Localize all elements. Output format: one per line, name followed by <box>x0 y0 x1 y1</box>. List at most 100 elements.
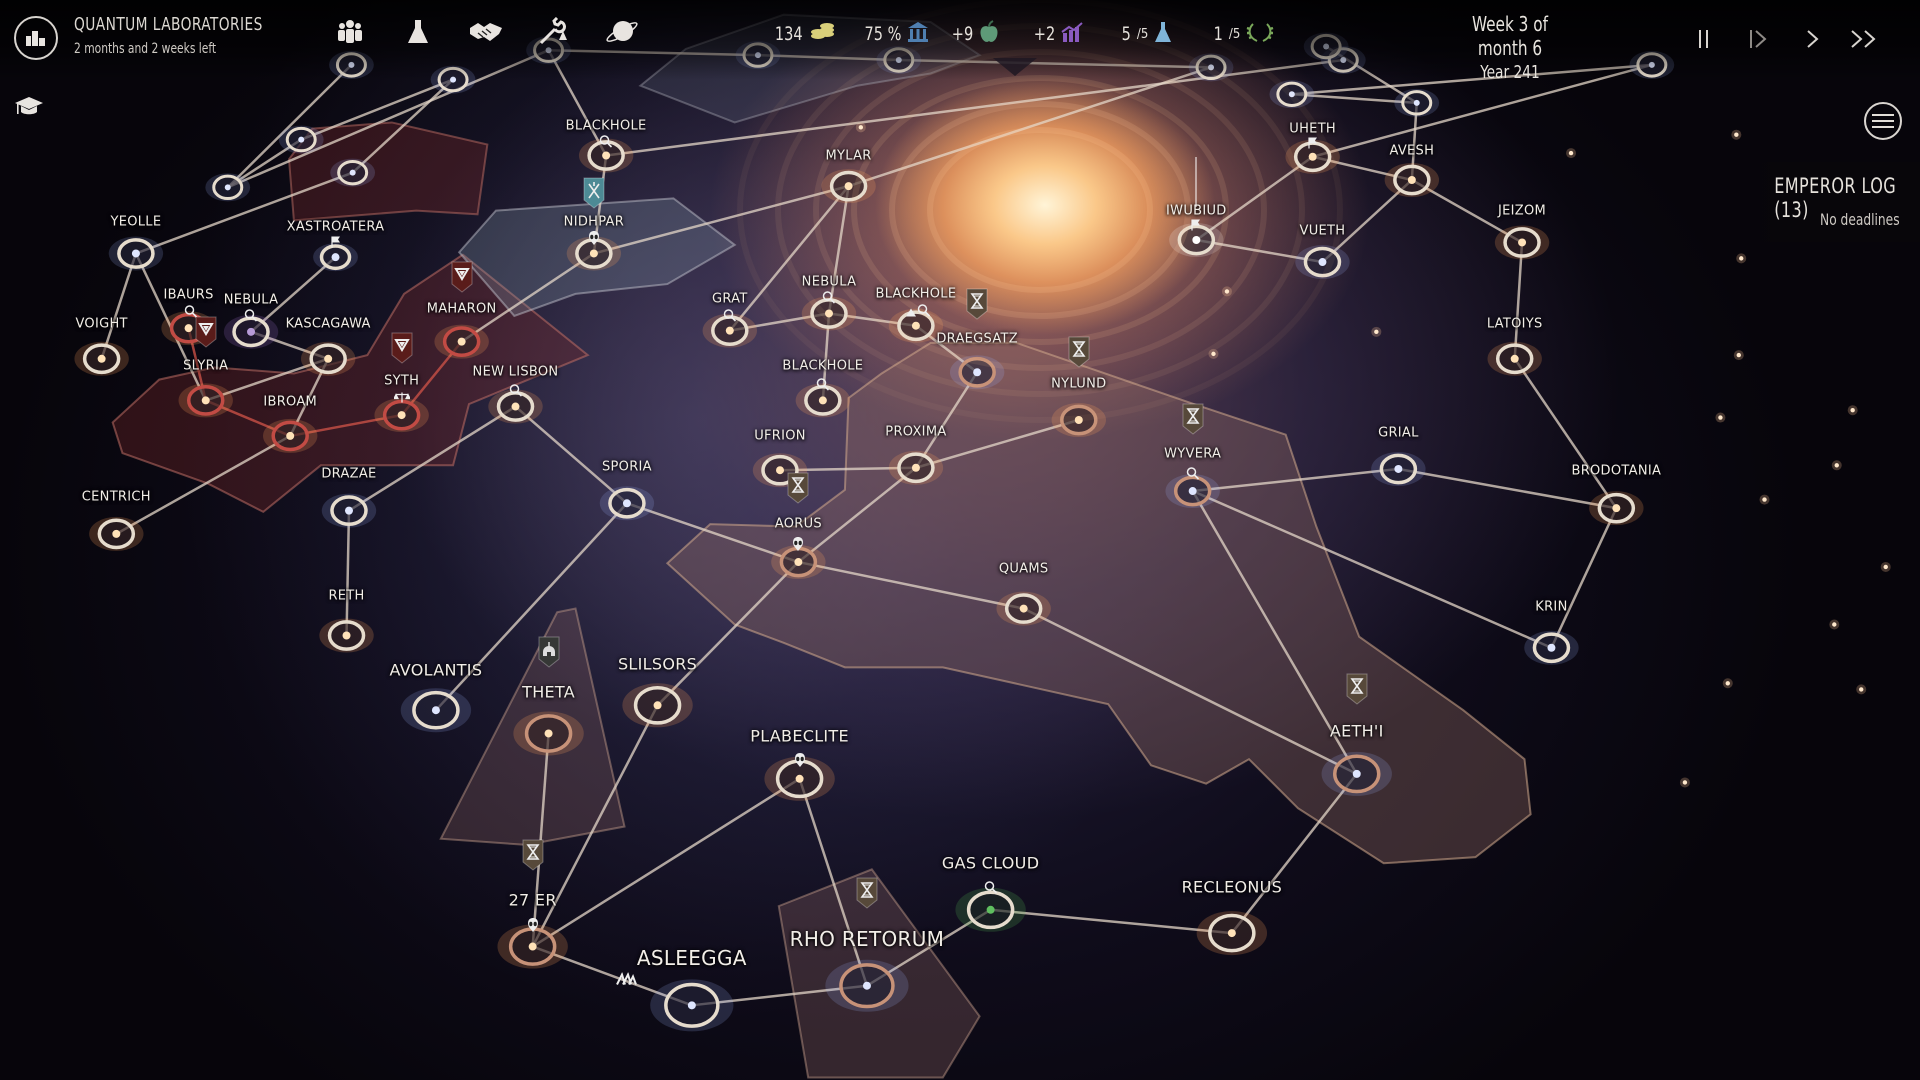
resource-bank[interactable]: 75 % <box>858 20 929 48</box>
system-label-avesh[interactable]: AVESH <box>1389 143 1434 158</box>
system-label-centrich[interactable]: CENTRICH <box>82 490 151 505</box>
triangle-shield-icon[interactable] <box>195 316 217 352</box>
alien-icon[interactable] <box>791 536 805 556</box>
system-label-slyria[interactable]: SLYRIA <box>183 359 228 374</box>
magnifier-icon[interactable] <box>244 308 258 327</box>
resource-laurel[interactable]: 1/5 <box>1212 20 1274 48</box>
hourglass-banner-icon[interactable] <box>1346 673 1368 709</box>
resource-flask-blue[interactable]: 5/5 <box>1120 20 1172 48</box>
system-label-er27[interactable]: 27 ER <box>509 891 557 910</box>
system-label-nebula1[interactable]: NEBULA <box>224 293 279 308</box>
system-label-nylund[interactable]: NYLUND <box>1051 377 1106 392</box>
system-label-rhoretorum[interactable]: RHO RETORUM <box>790 927 945 951</box>
system-label-avolantis[interactable]: AVOLANTIS <box>390 660 483 679</box>
system-label-theta[interactable]: THETA <box>522 682 575 701</box>
system-label-jeizom[interactable]: JEIZOM <box>1498 203 1546 218</box>
hourglass-banner-icon[interactable] <box>787 472 809 508</box>
system-label-ibaurs[interactable]: IBAURS <box>163 288 213 303</box>
system-label-krin[interactable]: KRIN <box>1535 600 1567 615</box>
resource-growth-chart[interactable]: +2 <box>1030 20 1083 48</box>
system-label-brodotania[interactable]: BRODOTANIA <box>1571 464 1661 479</box>
flag-icon[interactable] <box>1307 134 1319 153</box>
range-line[interactable] <box>1194 156 1198 211</box>
system-label-xastroatera[interactable]: XASTROATERA <box>287 219 385 234</box>
hourglass-banner-icon[interactable] <box>966 288 988 324</box>
system-label-recleonus[interactable]: RECLEONUS <box>1182 877 1283 896</box>
alien-icon[interactable] <box>793 752 807 772</box>
graduation-cap-icon[interactable] <box>14 94 44 122</box>
city-skyline-icon[interactable] <box>14 16 58 60</box>
crossed-banner-icon[interactable] <box>583 177 605 213</box>
system-label-proxima[interactable]: PROXIMA <box>885 425 946 440</box>
spartan-helmet-icon[interactable] <box>538 636 560 672</box>
system-label-aorus[interactable]: AORUS <box>775 517 822 532</box>
system-label-wyvera[interactable]: WYVERA <box>1164 447 1221 462</box>
system-label-nidhpar[interactable]: NIDHPAR <box>564 214 624 229</box>
expand-resources-chevron[interactable] <box>993 58 1037 76</box>
alien-icon[interactable] <box>587 230 601 250</box>
magnifier-icon[interactable] <box>509 382 523 401</box>
galaxy-map[interactable] <box>0 0 1920 1080</box>
play-button[interactable] <box>1794 24 1830 54</box>
triangle-shield-icon[interactable] <box>451 261 473 297</box>
star-core <box>342 631 351 640</box>
system-label-maharon[interactable]: MAHARON <box>427 301 497 316</box>
magnifier-icon[interactable] <box>599 134 613 153</box>
handshake-icon[interactable] <box>468 16 504 48</box>
magnifier-icon[interactable] <box>917 303 931 322</box>
magnifier-icon[interactable] <box>984 879 998 898</box>
fast-forward-button[interactable] <box>1846 24 1882 54</box>
system-label-drazae[interactable]: DRAZAE <box>321 466 376 481</box>
alien-icon[interactable] <box>526 917 540 937</box>
system-label-ibroam[interactable]: IBROAM <box>263 394 317 409</box>
system-label-mylar[interactable]: MYLAR <box>826 148 872 163</box>
system-label-ufrion[interactable]: UFRION <box>754 428 806 443</box>
flag-icon[interactable] <box>330 233 342 252</box>
magnifier-icon[interactable] <box>1186 466 1200 485</box>
system-label-yeolle[interactable]: YEOLLE <box>110 214 161 229</box>
system-label-grial[interactable]: GRIAL <box>1378 426 1419 441</box>
system-label-reth[interactable]: RETH <box>328 589 364 604</box>
hourglass-banner-icon[interactable] <box>1182 403 1204 439</box>
system-label-plabeclite[interactable]: PLABECLITE <box>750 726 849 745</box>
system-label-blackhole2[interactable]: BLACKHOLE <box>875 286 956 301</box>
scales-icon[interactable] <box>392 388 411 407</box>
system-label-vueth[interactable]: VUETH <box>1300 224 1346 239</box>
magnifier-icon[interactable] <box>816 376 830 395</box>
system-label-aethi[interactable]: AETH'I <box>1330 722 1384 741</box>
system-label-nebula2[interactable]: NEBULA <box>802 274 857 289</box>
step-button[interactable] <box>1740 24 1776 54</box>
system-label-draegsatz[interactable]: DRAEGSATZ <box>936 332 1018 347</box>
pause-button[interactable] <box>1686 24 1722 54</box>
flag-icon[interactable] <box>1190 216 1202 235</box>
people-icon[interactable] <box>332 16 368 48</box>
system-label-sporia[interactable]: SPORIA <box>602 459 652 474</box>
system-label-kascagawa[interactable]: KASCAGAWA <box>286 317 371 332</box>
system-label-blackhole1[interactable]: BLACKHOLE <box>566 119 647 134</box>
system-label-blackhole3[interactable]: BLACKHOLE <box>782 359 863 374</box>
system-label-grat[interactable]: GRAT <box>712 291 748 306</box>
system-label-slilsors[interactable]: SLILSORS <box>618 654 697 673</box>
magnifier-icon[interactable] <box>822 289 836 308</box>
wrench-ship-icon[interactable] <box>536 16 572 48</box>
triangle-shield-icon[interactable] <box>391 332 413 368</box>
hourglass-banner-icon[interactable] <box>1068 336 1090 372</box>
system-label-voight[interactable]: VOIGHT <box>75 317 127 332</box>
flask-icon[interactable] <box>400 16 436 48</box>
system-label-asleegga[interactable]: ASLEEGGA <box>637 946 747 970</box>
system-label-latoiys[interactable]: LATOIYS <box>1487 317 1543 332</box>
planet-icon[interactable] <box>604 16 640 48</box>
magnifier-icon[interactable] <box>723 308 737 327</box>
system-label-syth[interactable]: SYTH <box>384 373 419 388</box>
fleet-icon[interactable] <box>615 971 637 990</box>
hourglass-banner-icon[interactable] <box>522 839 544 875</box>
system-label-gascloud[interactable]: GAS CLOUD <box>942 854 1039 873</box>
main-menu-button[interactable] <box>1864 102 1902 140</box>
system-label-newlisbon[interactable]: NEW LISBON <box>473 365 559 380</box>
resource-apple[interactable]: +9 <box>948 19 999 48</box>
hourglass-banner-icon[interactable] <box>856 877 878 913</box>
resource-coins[interactable]: 134 <box>770 20 835 48</box>
anomaly-icon[interactable] <box>905 303 917 322</box>
system-label-quams[interactable]: QUAMS <box>999 562 1049 577</box>
emperor-log-panel[interactable]: EMPEROR LOG (13) No deadlines <box>1752 162 1920 242</box>
